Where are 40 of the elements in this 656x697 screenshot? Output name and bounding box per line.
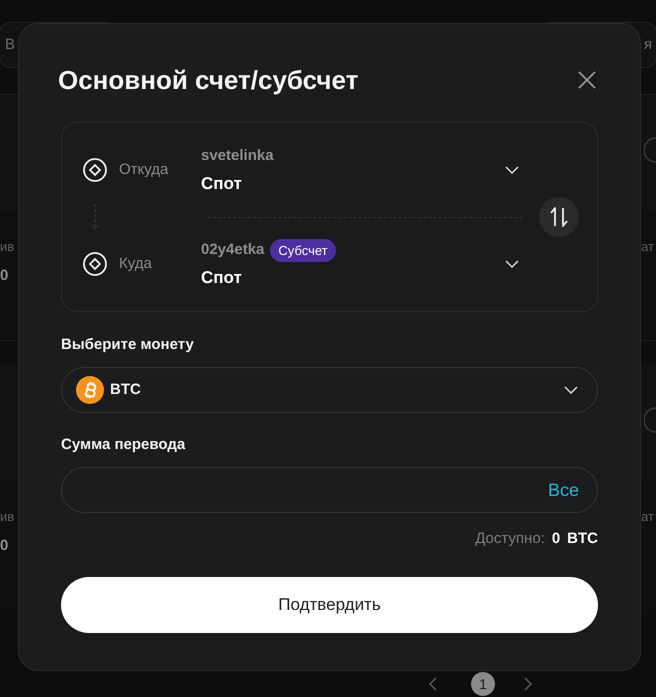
wallet-type: Спот (201, 266, 243, 288)
dashed-arrow-down-icon (91, 204, 99, 230)
swap-button[interactable] (539, 197, 579, 237)
diamond-circle-icon (83, 252, 107, 276)
row-label: ив (0, 508, 14, 526)
subaccount-badge: Субсчет (270, 239, 336, 262)
field-label: Выберите монету (61, 335, 195, 355)
close-icon (578, 71, 596, 89)
available-currency: BTC (567, 529, 598, 549)
account-label: Откуда (119, 160, 168, 180)
chevron-down-icon (564, 386, 578, 394)
coin-select[interactable]: BTC (61, 367, 598, 413)
row-label: ат (641, 508, 655, 526)
field-label: Сумма перевода (61, 435, 186, 455)
row-value: 0 (0, 266, 10, 286)
page-button[interactable]: 1 (471, 672, 495, 696)
confirm-button[interactable]: Подтвердить (61, 577, 598, 633)
available-amount: 0 (552, 529, 560, 549)
ring-icon (644, 407, 656, 433)
ring-icon (644, 137, 656, 163)
chevron-down-icon[interactable] (505, 260, 519, 268)
available-label: Доступно: (475, 529, 545, 549)
amount-field[interactable]: Все (61, 467, 598, 513)
all-button[interactable]: Все (548, 476, 579, 504)
chevron-left-icon[interactable] (429, 677, 437, 691)
chevron-down-icon[interactable] (505, 166, 519, 174)
chevron-right-icon[interactable] (524, 677, 532, 691)
swap-arrows-icon (550, 207, 568, 227)
close-button[interactable] (577, 70, 597, 90)
diamond-circle-icon (83, 158, 107, 182)
row-value: 0 (0, 536, 10, 556)
coin-value: BTC (110, 380, 142, 400)
account-name: svetelinka (201, 146, 274, 166)
account-label: Куда (119, 254, 152, 274)
bitcoin-icon (76, 376, 104, 404)
row-label: ат (641, 238, 655, 256)
dialog-title: Основной счет/субсчет (58, 64, 358, 96)
row-label: ив (0, 238, 14, 256)
account-name: 02y4etka (201, 240, 264, 260)
wallet-type: Спот (201, 172, 243, 194)
